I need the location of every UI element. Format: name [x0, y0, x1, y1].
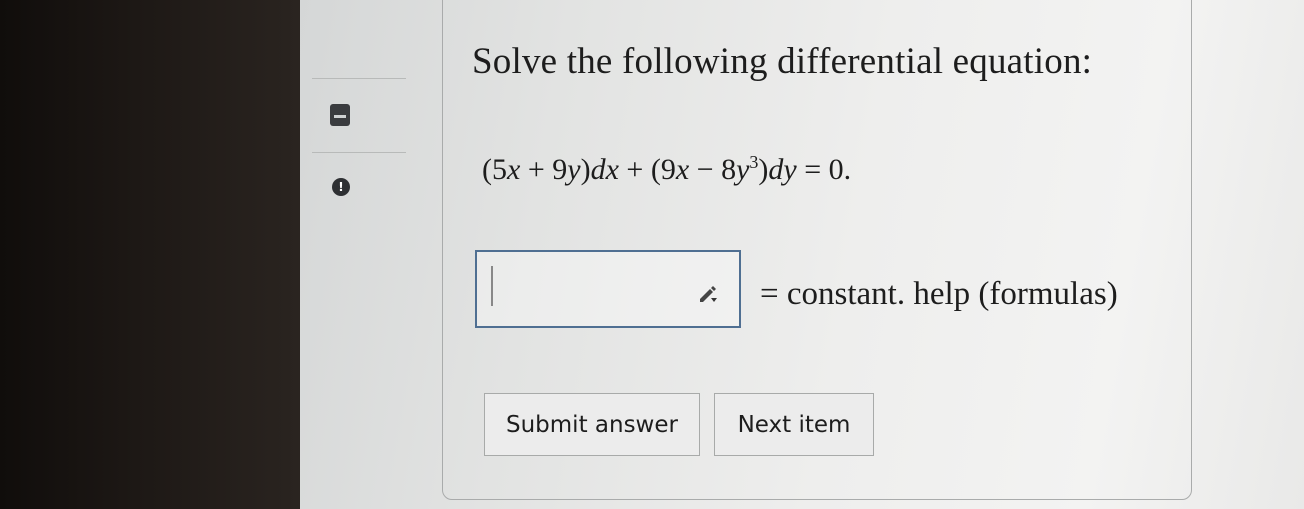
problem-title: Solve the following differential equatio… — [472, 41, 1093, 82]
monitor-bezel — [0, 0, 300, 509]
info-icon[interactable]: ! — [332, 178, 350, 196]
rail-divider — [312, 152, 406, 153]
differential-equation: (5x + 9y)dx + (9x − 8y3)dy = 0. — [482, 152, 851, 187]
answer-input[interactable] — [475, 250, 741, 328]
constant-label: = constant. — [760, 276, 906, 312]
side-rail: ! — [312, 0, 406, 509]
help-formulas-link[interactable]: help (formulas) — [913, 276, 1117, 312]
next-item-button[interactable]: Next item — [714, 393, 874, 456]
rail-divider — [312, 78, 406, 79]
pencil-icon[interactable] — [697, 282, 719, 304]
text-caret — [491, 266, 493, 306]
submit-answer-button[interactable]: Submit answer — [484, 393, 700, 456]
equation-text: (5x + 9y)dx + (9x − 8y3)dy = 0. — [482, 152, 852, 186]
bookmark-icon[interactable] — [330, 104, 350, 126]
answer-suffix: = constant. help (formulas) — [760, 276, 1118, 313]
